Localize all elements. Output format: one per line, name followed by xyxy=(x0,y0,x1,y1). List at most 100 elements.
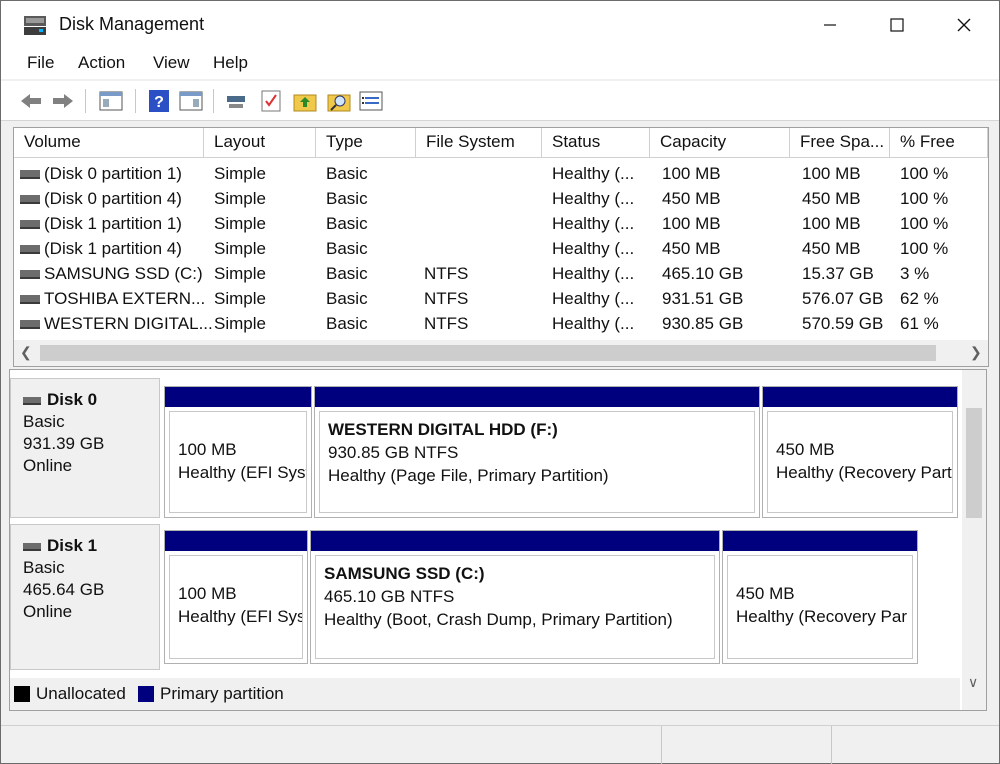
console-tree-icon[interactable] xyxy=(97,87,125,115)
disk-0-label[interactable]: Disk 0 Basic 931.39 GB Online xyxy=(10,378,160,518)
volume-icon xyxy=(20,295,40,304)
title-bar: Disk Management xyxy=(1,1,999,49)
properties-icon[interactable] xyxy=(177,87,205,115)
partition-disk0-main[interactable]: WESTERN DIGITAL HDD (F:) 930.85 GB NTFS … xyxy=(314,386,760,518)
cell-capacity: 100 MB xyxy=(662,164,721,183)
column-header-volume[interactable]: Volume xyxy=(14,128,204,158)
toolbar-separator xyxy=(85,89,86,113)
partition-status: Healthy (Boot, Crash Dump, Primary Parti… xyxy=(324,610,673,629)
toolbar: ? xyxy=(1,81,999,121)
cell-capacity: 465.10 GB xyxy=(662,264,744,283)
column-header-status[interactable]: Status xyxy=(542,128,650,158)
up-folder-icon[interactable] xyxy=(291,87,319,115)
menu-bar: File Action View Help xyxy=(1,49,999,79)
help-icon[interactable]: ? xyxy=(145,87,173,115)
scrollbar-thumb[interactable] xyxy=(40,345,936,361)
table-row[interactable]: WESTERN DIGITAL... Simple Basic NTFS Healthy… xyxy=(14,312,974,337)
partition-disk1-efi[interactable]: 100 MB Healthy (EFI Sys xyxy=(164,530,308,664)
svg-text:?: ? xyxy=(154,94,164,111)
volume-icon xyxy=(20,245,40,254)
horizontal-scrollbar[interactable]: ❮ ❯ xyxy=(14,340,988,366)
disk-management-icon xyxy=(24,16,46,35)
cell-layout: Simple xyxy=(214,189,266,208)
cell-percent-free: 61 % xyxy=(900,314,939,333)
minimize-button[interactable] xyxy=(796,1,864,49)
column-header-free-space[interactable]: Free Spa... xyxy=(790,128,890,158)
cell-free-space: 576.07 GB xyxy=(802,289,884,308)
search-icon[interactable] xyxy=(325,87,353,115)
table-row[interactable]: (Disk 0 partition 4) Simple Basic Healthy (… xyxy=(14,187,974,212)
disk-size: 465.64 GB xyxy=(23,580,105,599)
disk-type: Basic xyxy=(23,412,65,431)
table-row[interactable]: (Disk 1 partition 1) Simple Basic Healthy (… xyxy=(14,212,974,237)
maximize-icon xyxy=(890,18,904,32)
cell-type: Basic xyxy=(326,214,368,233)
menu-view[interactable]: View xyxy=(153,53,190,73)
cell-status: Healthy (... xyxy=(552,264,635,283)
cell-status: Healthy (... xyxy=(552,214,635,233)
partition-status: Healthy (EFI Syst xyxy=(178,463,307,482)
cell-capacity: 450 MB xyxy=(662,189,721,208)
column-header-type[interactable]: Type xyxy=(316,128,416,158)
cell-layout: Simple xyxy=(214,289,266,308)
volume-icon xyxy=(20,270,40,279)
scrollbar-thumb[interactable] xyxy=(966,408,982,518)
cell-status: Healthy (... xyxy=(552,164,635,183)
cell-volume: WESTERN DIGITAL... xyxy=(44,314,213,333)
column-header-layout[interactable]: Layout xyxy=(204,128,316,158)
column-header-percent-free[interactable]: % Free xyxy=(890,128,988,158)
column-header-filesystem[interactable]: File System xyxy=(416,128,542,158)
vertical-scrollbar[interactable]: ∨ xyxy=(962,370,986,710)
cell-volume: (Disk 1 partition 4) xyxy=(44,239,182,258)
toolbar-separator xyxy=(135,89,136,113)
partition-disk0-efi[interactable]: 100 MB Healthy (EFI Syst xyxy=(164,386,312,518)
menu-file[interactable]: File xyxy=(27,53,54,73)
toolbar-separator xyxy=(213,89,214,113)
scroll-right-icon[interactable]: ❯ xyxy=(970,344,982,361)
cell-filesystem: NTFS xyxy=(424,264,469,283)
scroll-down-icon[interactable]: ∨ xyxy=(968,674,978,691)
cell-type: Basic xyxy=(326,189,368,208)
cell-status: Healthy (... xyxy=(552,239,635,258)
forward-icon[interactable] xyxy=(49,87,77,115)
status-bar xyxy=(1,725,999,764)
connect-icon[interactable] xyxy=(223,87,251,115)
close-button[interactable] xyxy=(930,1,998,49)
legend-unallocated: Unallocated xyxy=(36,684,126,703)
disk-1-label[interactable]: Disk 1 Basic 465.64 GB Online xyxy=(10,524,160,670)
cell-free-space: 570.59 GB xyxy=(802,314,884,333)
partition-disk1-recovery[interactable]: 450 MB Healthy (Recovery Par xyxy=(722,530,918,664)
checklist-icon[interactable] xyxy=(257,87,285,115)
back-icon[interactable] xyxy=(17,87,45,115)
disk-name: Disk 1 xyxy=(47,536,98,555)
disk-graphical-view: Disk 0 Basic 931.39 GB Online 100 MB Hea… xyxy=(9,369,987,711)
cell-layout: Simple xyxy=(214,264,266,283)
cell-free-space: 450 MB xyxy=(802,239,861,258)
partition-disk1-main[interactable]: SAMSUNG SSD (C:) 465.10 GB NTFS Healthy … xyxy=(310,530,720,664)
table-row[interactable]: SAMSUNG SSD (C:) Simple Basic NTFS Healthy (… xyxy=(14,262,974,287)
cell-volume: TOSHIBA EXTERN... xyxy=(44,289,206,308)
cell-status: Healthy (... xyxy=(552,189,635,208)
maximize-button[interactable] xyxy=(863,1,931,49)
volume-icon xyxy=(20,195,40,204)
volume-icon xyxy=(20,220,40,229)
cell-percent-free: 100 % xyxy=(900,164,949,183)
window-title: Disk Management xyxy=(59,14,205,34)
partition-status: Healthy (Recovery Part xyxy=(776,463,952,482)
table-row[interactable]: TOSHIBA EXTERN... Simple Basic NTFS Healthy … xyxy=(14,287,974,312)
scroll-left-icon[interactable]: ❮ xyxy=(20,344,32,361)
cell-capacity: 450 MB xyxy=(662,239,721,258)
menu-help[interactable]: Help xyxy=(213,53,248,73)
cell-free-space: 15.37 GB xyxy=(802,264,874,283)
partition-bar xyxy=(165,387,311,407)
disk-management-window: Disk Management File Action View Help ? xyxy=(0,0,1000,764)
cell-filesystem: NTFS xyxy=(424,289,469,308)
list-icon[interactable] xyxy=(357,87,385,115)
table-row[interactable]: (Disk 0 partition 1) Simple Basic Healthy (… xyxy=(14,162,974,187)
volume-list[interactable]: Volume Layout Type File System Status Ca… xyxy=(13,127,989,367)
table-row[interactable]: (Disk 1 partition 4) Simple Basic Healthy (… xyxy=(14,237,974,262)
cell-type: Basic xyxy=(326,164,368,183)
menu-action[interactable]: Action xyxy=(78,53,125,73)
partition-disk0-recovery[interactable]: 450 MB Healthy (Recovery Part xyxy=(762,386,958,518)
column-header-capacity[interactable]: Capacity xyxy=(650,128,790,158)
